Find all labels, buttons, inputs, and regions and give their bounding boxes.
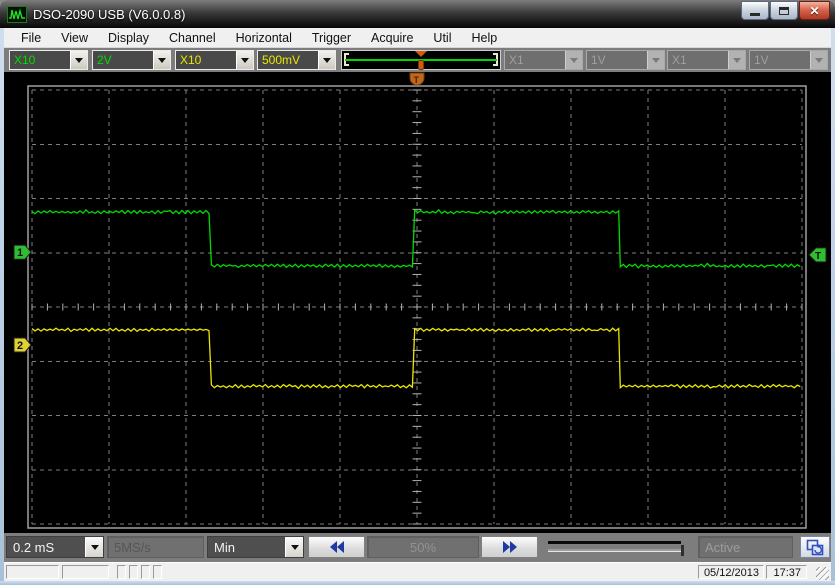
trigger-position-bar[interactable] <box>341 50 501 70</box>
ch1-attenuation-select[interactable]: X10 <box>9 50 88 70</box>
status-panel <box>153 565 162 579</box>
status-panel <box>62 565 109 579</box>
ext2-attenuation-value: X1 <box>668 51 728 69</box>
close-icon: ✕ <box>809 4 819 18</box>
double-left-arrow-icon <box>327 539 347 555</box>
ext-attenuation-value: X1 <box>505 51 565 69</box>
chevron-down-icon <box>810 51 827 69</box>
trigger-position-percent: 50% <box>367 536 479 558</box>
ch2-volts-div-value: 500mV <box>258 51 318 69</box>
statusbar: 05/12/2013 17:37 <box>4 562 831 581</box>
window-refresh-icon <box>806 539 824 556</box>
menu-trigger[interactable]: Trigger <box>304 29 359 47</box>
chevron-down-icon[interactable] <box>285 537 303 557</box>
slider-groove <box>548 549 681 551</box>
svg-text:1: 1 <box>17 247 23 259</box>
titlebar[interactable]: DSO-2090 USB (V6.0.0.8) ✕ <box>0 0 835 28</box>
status-panel <box>129 565 138 579</box>
menu-horizontal[interactable]: Horizontal <box>228 29 300 47</box>
close-button[interactable]: ✕ <box>799 1 830 20</box>
ch1-attenuation-value: X10 <box>10 51 70 69</box>
trigger-position-handle[interactable] <box>415 51 427 69</box>
status-panel <box>6 565 59 579</box>
refresh-button[interactable] <box>800 536 830 558</box>
scan-slider[interactable] <box>544 536 694 558</box>
chevron-down-icon[interactable] <box>153 51 170 69</box>
menu-view[interactable]: View <box>53 29 96 47</box>
timebase-select[interactable]: 0.2 mS <box>6 536 104 558</box>
menu-display[interactable]: Display <box>100 29 157 47</box>
chevron-down-icon[interactable] <box>70 51 87 69</box>
resize-grip-icon[interactable] <box>816 567 829 580</box>
svg-text:T: T <box>815 251 821 262</box>
svg-text:2: 2 <box>17 340 23 352</box>
ext2-attenuation-select: X1 <box>667 50 746 70</box>
ch2-attenuation-select[interactable]: X10 <box>175 50 254 70</box>
status-panel <box>141 565 150 579</box>
ch1-volts-div-select[interactable]: 2V <box>92 50 171 70</box>
ch2-trace <box>32 328 800 388</box>
chevron-down-icon[interactable] <box>85 537 103 557</box>
ext-volts-div-value: 1V <box>587 51 647 69</box>
trigger-level-marker[interactable]: T <box>809 248 826 262</box>
status-panel <box>117 565 126 579</box>
maximize-button[interactable] <box>770 1 798 20</box>
status-time: 17:37 <box>766 565 807 579</box>
status-date: 05/12/2013 <box>698 565 764 579</box>
ext2-volts-div-select: 1V <box>749 50 828 70</box>
slider-thumb[interactable] <box>681 545 684 556</box>
menu-file[interactable]: File <box>13 29 49 47</box>
menubar: File View Display Channel Horizontal Tri… <box>4 28 831 48</box>
app-window: DSO-2090 USB (V6.0.0.8) ✕ File View Disp… <box>0 0 835 585</box>
scan-left-button[interactable] <box>308 536 365 558</box>
acquisition-status-label: Active <box>698 536 793 558</box>
minimize-button[interactable] <box>741 1 769 20</box>
double-right-arrow-icon <box>500 539 520 555</box>
chevron-down-icon[interactable] <box>236 51 253 69</box>
toolbar: X10 2V X10 500mV X1 1V <box>4 48 831 72</box>
chevron-down-icon <box>647 51 664 69</box>
scope-display: 1 2 T T <box>4 72 831 533</box>
ext-volts-div-select: 1V <box>586 50 665 70</box>
menu-acquire[interactable]: Acquire <box>363 29 421 47</box>
scan-right-button[interactable] <box>481 536 538 558</box>
menu-help[interactable]: Help <box>463 29 505 47</box>
menu-util[interactable]: Util <box>425 29 459 47</box>
acquisition-mode-value: Min <box>208 537 285 557</box>
acquisition-mode-select[interactable]: Min <box>207 536 304 558</box>
ch1-volts-div-value: 2V <box>93 51 153 69</box>
chevron-down-icon[interactable] <box>318 51 335 69</box>
ch2-attenuation-value: X10 <box>176 51 236 69</box>
window-border-right <box>831 28 835 581</box>
window-border-left <box>0 28 4 581</box>
chevron-down-icon <box>565 51 582 69</box>
app-logo-icon <box>7 6 27 23</box>
svg-text:T: T <box>414 75 420 85</box>
ch2-volts-div-select[interactable]: 500mV <box>257 50 336 70</box>
chevron-down-icon <box>728 51 745 69</box>
sample-rate-label: 5MS/s <box>107 536 204 558</box>
trigger-time-marker[interactable]: T <box>410 73 424 85</box>
ch1-trace <box>32 210 800 268</box>
slider-track <box>548 541 681 544</box>
maximize-icon <box>779 7 789 15</box>
ext2-volts-div-value: 1V <box>750 51 810 69</box>
menu-channel[interactable]: Channel <box>161 29 224 47</box>
window-title: DSO-2090 USB (V6.0.0.8) <box>33 7 185 22</box>
ext-attenuation-select: X1 <box>504 50 583 70</box>
scope-svg: 1 2 T T <box>4 72 831 533</box>
bottom-toolbar: 0.2 mS 5MS/s Min 50% Active <box>4 533 831 562</box>
timebase-value: 0.2 mS <box>7 537 85 557</box>
minimize-icon <box>750 13 760 16</box>
window-border-bottom <box>0 581 835 585</box>
